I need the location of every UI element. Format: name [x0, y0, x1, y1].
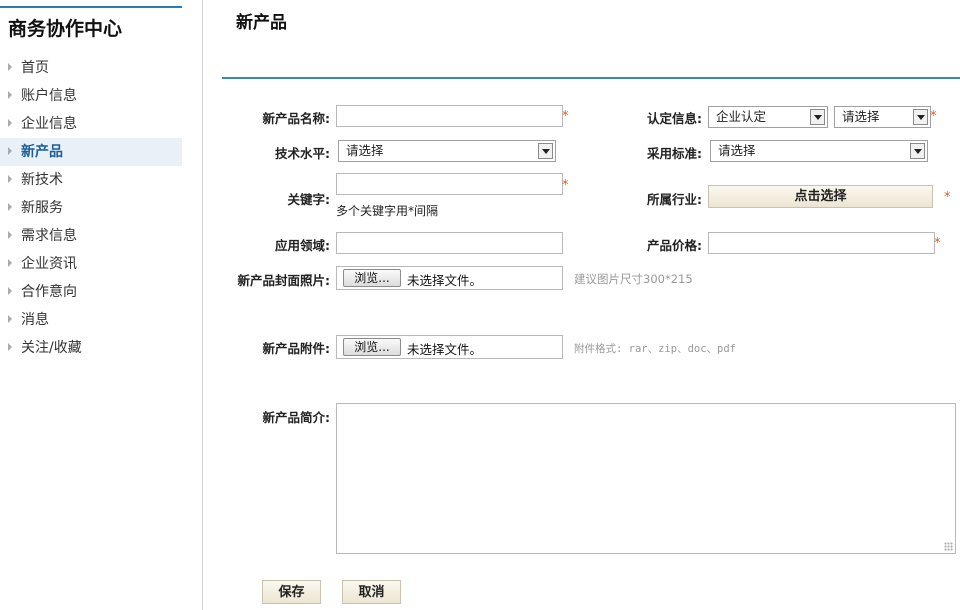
certification-type-select[interactable]: 企业认定	[708, 106, 828, 128]
sidebar-item-label: 需求信息	[21, 228, 77, 244]
sidebar-item-account[interactable]: 账户信息	[0, 82, 182, 110]
application-label: 应用领域:	[275, 238, 330, 253]
browse-button[interactable]: 浏览...	[343, 269, 401, 287]
attachment-label: 新产品附件:	[262, 341, 331, 356]
sidebar-item-label: 新技术	[21, 172, 63, 188]
intro-textarea[interactable]	[336, 403, 956, 554]
sidebar-item-news[interactable]: 企业资讯	[0, 250, 182, 278]
bullet-arrow-icon	[8, 119, 12, 127]
tech-level-select[interactable]: 请选择	[338, 140, 556, 162]
bullet-arrow-icon	[8, 287, 12, 295]
sidebar-title: 商务协作中心	[8, 18, 123, 40]
required-mark: *	[934, 236, 941, 251]
sidebar-top-rule	[0, 6, 182, 8]
sidebar-item-new-service[interactable]: 新服务	[0, 194, 182, 222]
price-label: 产品价格:	[647, 238, 702, 253]
required-mark: *	[562, 109, 569, 124]
sidebar-item-cooperation[interactable]: 合作意向	[0, 278, 182, 306]
bullet-arrow-icon	[8, 91, 12, 99]
bullet-arrow-icon	[8, 175, 12, 183]
bullet-arrow-icon	[8, 231, 12, 239]
sidebar-item-label: 新服务	[21, 200, 63, 216]
sidebar: 商务协作中心 首页 账户信息 企业信息 新产品 新技术 新服务 需求信息 企业资…	[0, 0, 203, 610]
sidebar-item-new-product[interactable]: 新产品	[0, 138, 182, 166]
resize-grip-icon[interactable]	[944, 542, 953, 551]
bullet-arrow-icon	[8, 315, 12, 323]
sidebar-item-label: 企业信息	[21, 116, 77, 132]
bullet-arrow-icon	[8, 147, 12, 155]
price-input[interactable]	[708, 232, 935, 254]
sidebar-item-label: 关注/收藏	[21, 340, 82, 356]
tech-level-label: 技术水平:	[275, 146, 330, 161]
standard-label: 采用标准:	[647, 146, 702, 161]
certification-level-select[interactable]: 请选择	[834, 106, 931, 128]
chevron-down-icon	[910, 143, 925, 159]
sidebar-menu: 首页 账户信息 企业信息 新产品 新技术 新服务 需求信息 企业资讯 合作意向 …	[0, 54, 182, 362]
sidebar-item-home[interactable]: 首页	[0, 54, 182, 82]
select-value: 请选择	[718, 143, 756, 158]
sidebar-item-label: 首页	[21, 60, 49, 76]
select-value: 请选择	[346, 143, 384, 158]
chevron-down-icon	[913, 109, 928, 125]
intro-label: 新产品简介:	[262, 410, 331, 425]
sidebar-item-messages[interactable]: 消息	[0, 306, 182, 334]
bullet-arrow-icon	[8, 63, 12, 71]
product-name-input[interactable]	[336, 105, 563, 127]
sidebar-item-demand[interactable]: 需求信息	[0, 222, 182, 250]
standard-select[interactable]: 请选择	[710, 140, 928, 162]
bullet-arrow-icon	[8, 343, 12, 351]
file-status: 未选择文件。	[407, 273, 483, 288]
required-mark: *	[930, 109, 937, 124]
cover-photo-file-input[interactable]: 浏览... 未选择文件。	[336, 266, 563, 290]
chevron-down-icon	[538, 143, 553, 159]
save-button[interactable]: 保存	[262, 580, 321, 604]
sidebar-item-label: 合作意向	[21, 284, 77, 300]
sidebar-item-label: 账户信息	[21, 88, 77, 104]
cover-photo-label: 新产品封面照片:	[237, 273, 331, 288]
sidebar-item-label: 新产品	[21, 144, 63, 160]
sidebar-item-label: 消息	[21, 312, 49, 328]
required-mark: *	[944, 190, 951, 205]
product-name-label: 新产品名称:	[262, 111, 331, 126]
browse-button[interactable]: 浏览...	[343, 338, 401, 356]
application-input[interactable]	[336, 232, 563, 254]
industry-label: 所属行业:	[647, 192, 702, 207]
cover-photo-hint: 建议图片尺寸300*215	[574, 272, 693, 286]
select-value: 请选择	[842, 109, 880, 124]
bullet-arrow-icon	[8, 259, 12, 267]
select-value: 企业认定	[716, 109, 767, 124]
bullet-arrow-icon	[8, 203, 12, 211]
sidebar-item-label: 企业资讯	[21, 256, 77, 272]
sidebar-item-favorites[interactable]: 关注/收藏	[0, 334, 182, 362]
certification-label: 认定信息:	[647, 111, 702, 126]
attachment-file-input[interactable]: 浏览... 未选择文件。	[336, 335, 563, 359]
keywords-input[interactable]	[336, 173, 563, 195]
keywords-label: 关键字:	[287, 192, 331, 207]
sidebar-item-company[interactable]: 企业信息	[0, 110, 182, 138]
keywords-note: 多个关键字用*间隔	[336, 204, 439, 218]
file-status: 未选择文件。	[407, 342, 483, 357]
attachment-hint: 附件格式: rar、zip、doc、pdf	[574, 343, 737, 355]
cancel-button[interactable]: 取消	[342, 580, 401, 604]
sidebar-item-new-tech[interactable]: 新技术	[0, 166, 182, 194]
required-mark: *	[562, 178, 569, 193]
industry-select-button[interactable]: 点击选择	[708, 185, 933, 208]
title-divider	[222, 77, 960, 79]
page-title: 新产品	[236, 13, 287, 33]
chevron-down-icon	[810, 109, 825, 125]
